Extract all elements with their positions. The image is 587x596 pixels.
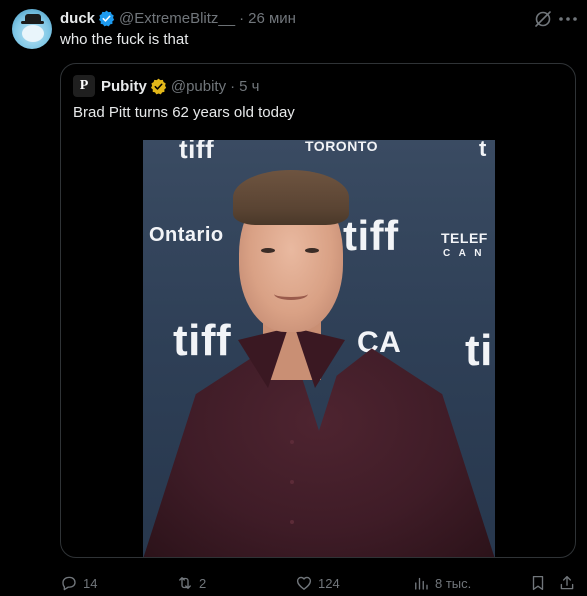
author-handle[interactable]: @ExtremeBlitz__ — [119, 10, 235, 27]
backdrop-text: tiff — [173, 316, 232, 365]
backdrop-text: TELEF — [441, 230, 488, 246]
repost-icon — [179, 577, 191, 589]
reply-button[interactable]: 14 — [60, 574, 97, 592]
quoted-tweet-card[interactable]: P Pubity @pubity · 5 ч Brad Pitt turns 6… — [60, 63, 576, 558]
bookmark-button[interactable] — [529, 574, 547, 592]
quoted-tweet-header: P Pubity @pubity · 5 ч — [73, 75, 259, 97]
backdrop-text: Ontario — [149, 224, 224, 246]
reply-icon — [62, 576, 76, 591]
quoted-author-handle[interactable]: @pubity — [171, 78, 226, 95]
tweet-header: duck @ExtremeBlitz__ · 26 мин — [60, 8, 296, 28]
tweet-actions-bar: 14 2 124 8 тыс. — [0, 574, 587, 592]
verified-badge-icon — [99, 10, 115, 26]
hat-brim-shape — [21, 21, 44, 24]
share-button[interactable] — [558, 574, 576, 592]
hair-shape — [233, 170, 349, 225]
quoted-author-display-name[interactable]: Pubity — [101, 78, 147, 95]
like-button[interactable]: 124 — [295, 574, 340, 592]
quoted-tweet-text: Brad Pitt turns 62 years old today — [73, 104, 295, 121]
author-avatar[interactable] — [12, 9, 52, 49]
backdrop-text: tiff — [179, 140, 215, 164]
bookmark-icon — [532, 575, 544, 591]
reply-count: 14 — [83, 575, 98, 591]
quoted-tweet-timestamp[interactable]: 5 ч — [239, 78, 259, 95]
views-chart-icon — [415, 577, 428, 590]
view-count: 8 тыс. — [435, 575, 472, 591]
separator-dot: · — [230, 77, 236, 95]
shirt-button-shape — [290, 440, 294, 444]
shirt-button-shape — [290, 480, 294, 484]
eye-shape — [305, 248, 319, 253]
author-display-name[interactable]: duck — [60, 10, 95, 27]
tweet-text: who the fuck is that — [60, 31, 189, 48]
quoted-author-avatar[interactable]: P — [73, 75, 95, 97]
gold-verified-badge-icon — [150, 78, 166, 94]
heart-icon — [296, 576, 312, 590]
repost-button[interactable]: 2 — [176, 574, 206, 592]
shirt-button-shape — [290, 520, 294, 524]
quoted-tweet-photo[interactable]: tiff TORONTO t Ontario tiff TELEF C A N … — [143, 140, 495, 557]
duck-face-shape — [22, 25, 44, 42]
tweet-timestamp[interactable]: 26 мин — [248, 10, 296, 27]
smile-shape — [274, 288, 308, 300]
separator-dot: · — [239, 9, 245, 27]
views-button[interactable]: 8 тыс. — [412, 574, 471, 592]
tweet: duck @ExtremeBlitz__ · 26 мин who the fu… — [0, 0, 587, 596]
share-icon — [560, 575, 574, 590]
more-options-icon[interactable] — [558, 16, 578, 22]
grok-icon[interactable] — [533, 9, 553, 29]
backdrop-text: t — [479, 140, 487, 161]
backdrop-text: tiff — [343, 212, 399, 259]
backdrop-text: ti — [465, 326, 493, 375]
eye-shape — [261, 248, 275, 253]
repost-count: 2 — [199, 575, 207, 591]
backdrop-text: C A N — [443, 248, 485, 259]
backdrop-text: TORONTO — [305, 140, 378, 154]
like-count: 124 — [318, 575, 340, 591]
